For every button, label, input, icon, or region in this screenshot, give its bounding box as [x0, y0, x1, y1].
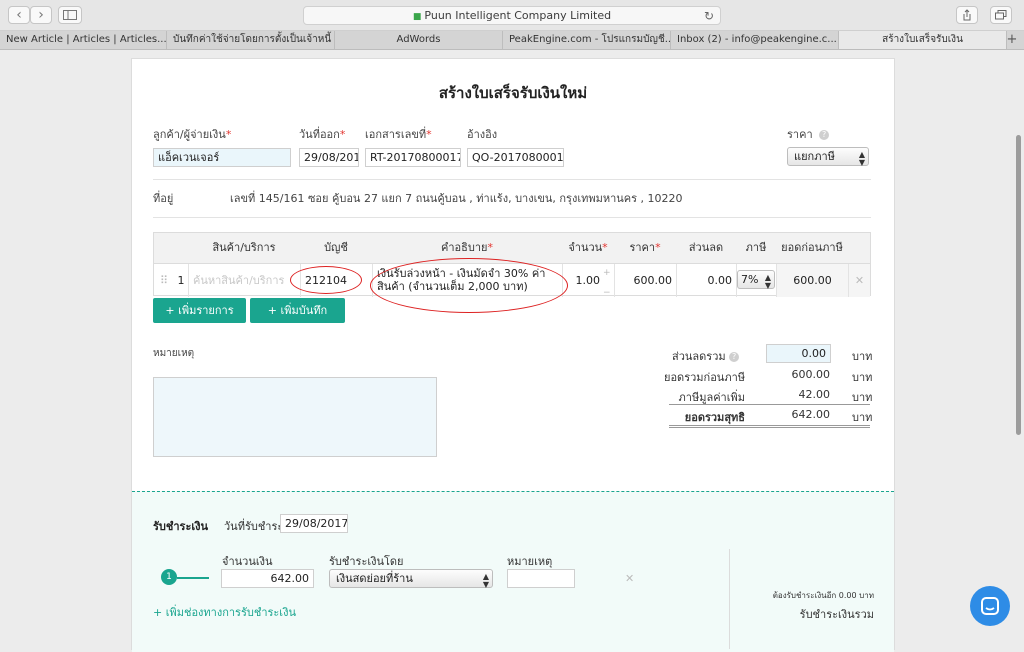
col-qty: จำนวน*: [568, 241, 608, 254]
receipt-form-page: สร้างใบเสร็จรับเงินใหม่ ลูกค้า/ผู้จ่ายเง…: [131, 58, 895, 652]
currency-label: บาท: [852, 371, 873, 384]
issue-date-label: วันที่ออก*: [299, 128, 346, 141]
add-note-button[interactable]: + เพิ่มบันทึก: [250, 298, 345, 323]
step-connector: [177, 577, 209, 579]
divider: [729, 549, 730, 649]
notes-label: หมายเหตุ: [153, 348, 195, 359]
col-tax: ภาษี: [745, 241, 767, 254]
address-value: เลขที่ 145/161 ซอย คู้บอน 27 แยก 7 ถนนคู…: [230, 192, 683, 205]
select-arrows-icon: ▲ ▼: [764, 273, 771, 290]
currency-label: บาท: [852, 350, 873, 363]
help-icon: ?: [729, 352, 740, 362]
divider: [669, 427, 870, 428]
currency-label: บาท: [852, 411, 873, 424]
divider: [153, 217, 871, 218]
payment-date-label: วันที่รับชำระ: [224, 520, 284, 533]
net-total-value: 642.00: [791, 408, 831, 421]
payment-method-label: รับชำระเงินโดย: [329, 555, 404, 568]
subtotal-value: 600.00: [776, 264, 848, 297]
sidebar-icon: [63, 10, 77, 20]
tax-select[interactable]: 7% ▲ ▼: [737, 270, 775, 290]
issue-date-input[interactable]: 29/08/2017: [299, 148, 359, 167]
customer-label: ลูกค้า/ผู้จ่ายเงิน*: [153, 128, 232, 141]
payment-title: รับชำระเงิน: [153, 520, 208, 533]
price-input[interactable]: 600.00: [614, 264, 676, 297]
url-text: Puun Intelligent Company Limited: [424, 9, 612, 22]
tabs-icon: [995, 10, 1007, 20]
new-tab-button[interactable]: +: [1004, 31, 1020, 49]
add-payment-channel-link[interactable]: + เพิ่มช่องทางการรับชำระเงิน: [153, 603, 296, 621]
annotation-ellipse-account: [290, 266, 362, 294]
document-number-input[interactable]: RT-20170800017: [365, 148, 461, 167]
help-icon: ?: [819, 130, 830, 140]
tab-expense[interactable]: บันทึกค่าใช้จ่ายโดยการตั้งเป็นเจ้าหนี้ |…: [167, 31, 335, 49]
share-icon: [963, 9, 971, 21]
reference-label: อ้างอิง: [467, 128, 498, 141]
chat-launcher-button[interactable]: [970, 586, 1010, 626]
discount-total-input[interactable]: 0.00: [766, 344, 831, 363]
divider: [153, 179, 871, 180]
net-total-label: ยอดรวมสุทธิ: [684, 411, 745, 424]
address-bar[interactable]: ■ Puun Intelligent Company Limited ↻: [303, 6, 721, 25]
product-search-input[interactable]: ค้นหาสินค้า/บริการ: [188, 264, 300, 297]
tab-inbox[interactable]: Inbox (2) - info@peakengine.c...: [671, 31, 839, 49]
col-account: บัญชี: [324, 241, 348, 254]
tab-bar: New Article | Articles | Articles... บัน…: [0, 31, 1024, 50]
add-item-button[interactable]: + เพิ่มรายการ: [153, 298, 246, 323]
amount-label: จำนวนเงิน: [222, 555, 273, 568]
chat-icon: [981, 597, 999, 615]
lock-icon: ■: [412, 12, 422, 22]
tax-cell: 7% ▲ ▼: [736, 264, 776, 297]
remaining-amount: ต้องรับชำระเงินอีก 0.00 บาท: [772, 591, 874, 600]
col-price: ราคา*: [629, 241, 661, 254]
divider: [669, 404, 870, 405]
share-button[interactable]: [956, 6, 978, 24]
row-index: 1: [177, 274, 185, 287]
price-type-select[interactable]: แยกภาษี ▲ ▼: [787, 147, 869, 167]
browser-toolbar: ‹ › ■ Puun Intelligent Company Limited ↻: [0, 0, 1024, 31]
qty-stepper[interactable]: + −: [603, 268, 611, 298]
divider: [669, 425, 870, 426]
payment-note-label: หมายเหตุ: [507, 555, 553, 568]
pretax-total-label: ยอดรวมก่อนภาษี: [664, 371, 745, 384]
col-product: สินค้า/บริการ: [212, 241, 276, 254]
total-received-label: รับชำระเงินรวม: [799, 608, 874, 621]
notes-textarea[interactable]: [153, 377, 437, 457]
payment-note-input[interactable]: [507, 569, 575, 588]
sidebar-toggle-button[interactable]: [58, 6, 82, 24]
address-label: ที่อยู่: [153, 192, 174, 205]
document-number-label: เอกสารเลขที่*: [365, 128, 432, 141]
tab-adwords[interactable]: AdWords: [335, 31, 503, 49]
tab-new-article[interactable]: New Article | Articles | Articles...: [0, 31, 167, 49]
reload-icon[interactable]: ↻: [704, 7, 714, 25]
payment-date-input[interactable]: 29/08/2017: [280, 514, 348, 533]
drag-handle-icon[interactable]: ⠿: [154, 264, 174, 297]
payment-amount-input[interactable]: 642.00: [221, 569, 314, 588]
payment-step-badge: 1: [161, 569, 177, 585]
tab-peakengine[interactable]: PeakEngine.com - โปรแกรมบัญชี...: [503, 31, 671, 49]
discount-total-label: ส่วนลดรวม ?: [672, 347, 740, 365]
reference-input[interactable]: QO-20170800014: [467, 148, 564, 167]
select-arrows-icon: ▲ ▼: [858, 150, 865, 167]
scrollbar[interactable]: [1016, 135, 1021, 435]
tabs-overview-button[interactable]: [990, 6, 1012, 24]
annotation-ellipse-description: [370, 258, 568, 313]
discount-input[interactable]: 0.00: [676, 264, 736, 297]
pretax-total-value: 600.00: [791, 368, 831, 381]
col-discount: ส่วนลด: [688, 241, 724, 254]
page-title: สร้างใบเสร็จรับเงินใหม่: [438, 84, 588, 102]
col-subtotal: ยอดก่อนภาษี: [781, 241, 843, 254]
select-arrows-icon: ▲ ▼: [482, 572, 489, 589]
payment-method-select[interactable]: เงินสดย่อยที่ร้าน ▲ ▼: [329, 569, 493, 589]
tab-create-receipt[interactable]: สร้างใบเสร็จรับเงิน: [839, 31, 1007, 49]
customer-input[interactable]: แอ็คเวนเจอร์: [153, 148, 291, 167]
vat-value: 42.00: [798, 388, 831, 401]
delete-row-icon[interactable]: ✕: [848, 264, 870, 297]
price-type-label: ราคา ?: [787, 125, 830, 143]
back-button[interactable]: ‹: [8, 6, 30, 24]
remove-payment-icon[interactable]: ✕: [625, 572, 634, 585]
forward-button[interactable]: ›: [30, 6, 52, 24]
